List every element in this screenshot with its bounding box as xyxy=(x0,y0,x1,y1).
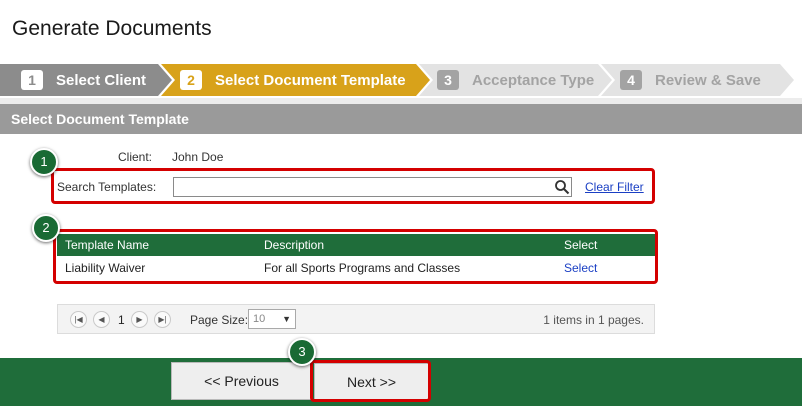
callout-highlight-grid xyxy=(53,229,658,284)
step-number: 4 xyxy=(620,70,642,90)
wizard-step-review-save: 4 Review & Save xyxy=(620,64,761,96)
previous-button[interactable]: << Previous xyxy=(171,362,312,400)
grid-pager: |◀ ◀ 1 ▶ ▶| Page Size: 10 ▼ 1 items in 1… xyxy=(57,304,655,334)
wizard-step-acceptance-type: 3 Acceptance Type xyxy=(437,64,594,96)
last-page-icon[interactable]: ▶| xyxy=(154,311,171,328)
callout-marker-2: 2 xyxy=(32,214,60,242)
wizard-steps: 1 Select Client 2 Select Document Templa… xyxy=(0,64,802,96)
callout-marker-1: 1 xyxy=(30,148,58,176)
page-size-value: 10 xyxy=(253,313,266,325)
prev-page-icon[interactable]: ◀ xyxy=(93,311,110,328)
step-number: 3 xyxy=(437,70,459,90)
callout-marker-3: 3 xyxy=(288,338,316,366)
callout-highlight-next xyxy=(310,360,431,402)
current-page-number[interactable]: 1 xyxy=(118,313,125,327)
step-label: Select Document Template xyxy=(215,71,406,89)
chevron-down-icon: ▼ xyxy=(282,314,291,324)
page-size-label: Page Size: xyxy=(190,313,249,327)
step-label: Select Client xyxy=(56,71,147,89)
next-page-icon[interactable]: ▶ xyxy=(131,311,148,328)
step-label: Review & Save xyxy=(655,71,761,89)
wizard-step-select-document-template[interactable]: 2 Select Document Template xyxy=(180,64,406,96)
panel-header: Select Document Template xyxy=(0,104,802,134)
step-label: Acceptance Type xyxy=(472,71,595,89)
page-title: Generate Documents xyxy=(12,17,212,40)
step-number: 1 xyxy=(21,70,43,90)
client-value: John Doe xyxy=(172,150,224,164)
step-number: 2 xyxy=(180,70,202,90)
page-size-select[interactable]: 10 ▼ xyxy=(248,309,296,329)
wizard-step-select-client[interactable]: 1 Select Client xyxy=(21,64,146,96)
client-label: Client: xyxy=(118,150,153,164)
template-panel: Select Document Template Client: John Do… xyxy=(0,98,802,406)
callout-highlight-search xyxy=(51,168,655,204)
pager-info: 1 items in 1 pages. xyxy=(543,313,644,327)
first-page-icon[interactable]: |◀ xyxy=(70,311,87,328)
